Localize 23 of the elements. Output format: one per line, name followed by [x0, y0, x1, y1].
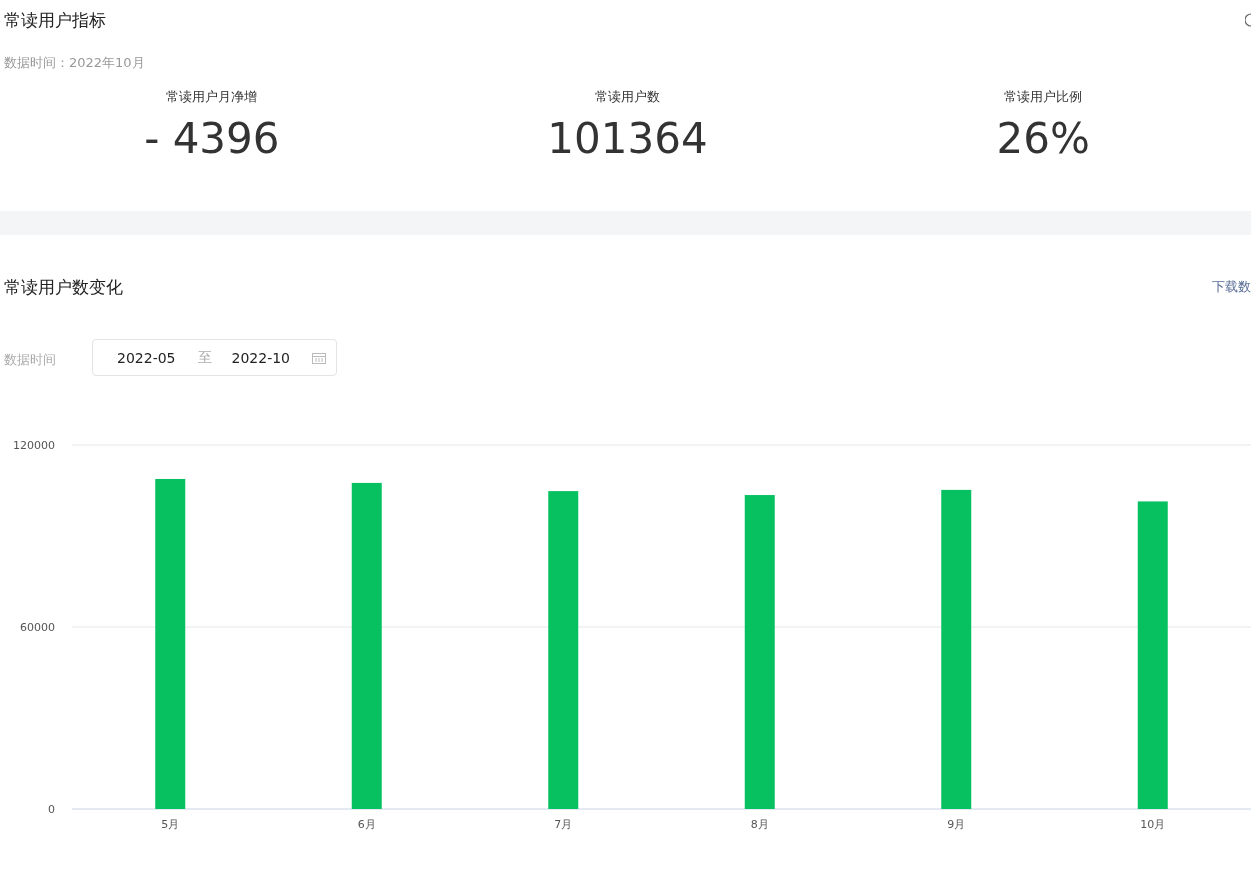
metric-label: 常读用户月净增	[166, 88, 258, 106]
date-range-field[interactable]: 2022-05 至 2022-10	[92, 339, 337, 376]
metric-value: - 4396	[144, 113, 280, 165]
axis-label: 120000	[13, 439, 55, 452]
filter-label: 数据时间	[4, 350, 56, 369]
info-icon[interactable]	[1245, 13, 1251, 27]
download-link[interactable]: 下载数	[1212, 278, 1251, 296]
axis-label: 8月	[750, 818, 769, 831]
axis-label: 7月	[554, 818, 573, 831]
section-title: 常读用户指标	[4, 9, 106, 32]
axis-label: 60000	[20, 621, 55, 634]
metric-label: 常读用户比例	[1004, 88, 1083, 106]
metric-label: 常读用户数	[595, 88, 660, 106]
calendar-icon	[312, 351, 326, 364]
axis-label: 10月	[1140, 818, 1166, 831]
axis-label: 6月	[357, 818, 376, 831]
metric-value: 101364	[547, 113, 708, 165]
axis-label: 9月	[947, 818, 966, 831]
section-title: 常读用户数变化	[4, 276, 123, 299]
data-time: 数据时间：2022年10月	[4, 54, 146, 72]
axis-label: 5月	[161, 818, 180, 831]
metric-value: 26%	[996, 113, 1090, 165]
axis-label: 0	[48, 803, 55, 816]
